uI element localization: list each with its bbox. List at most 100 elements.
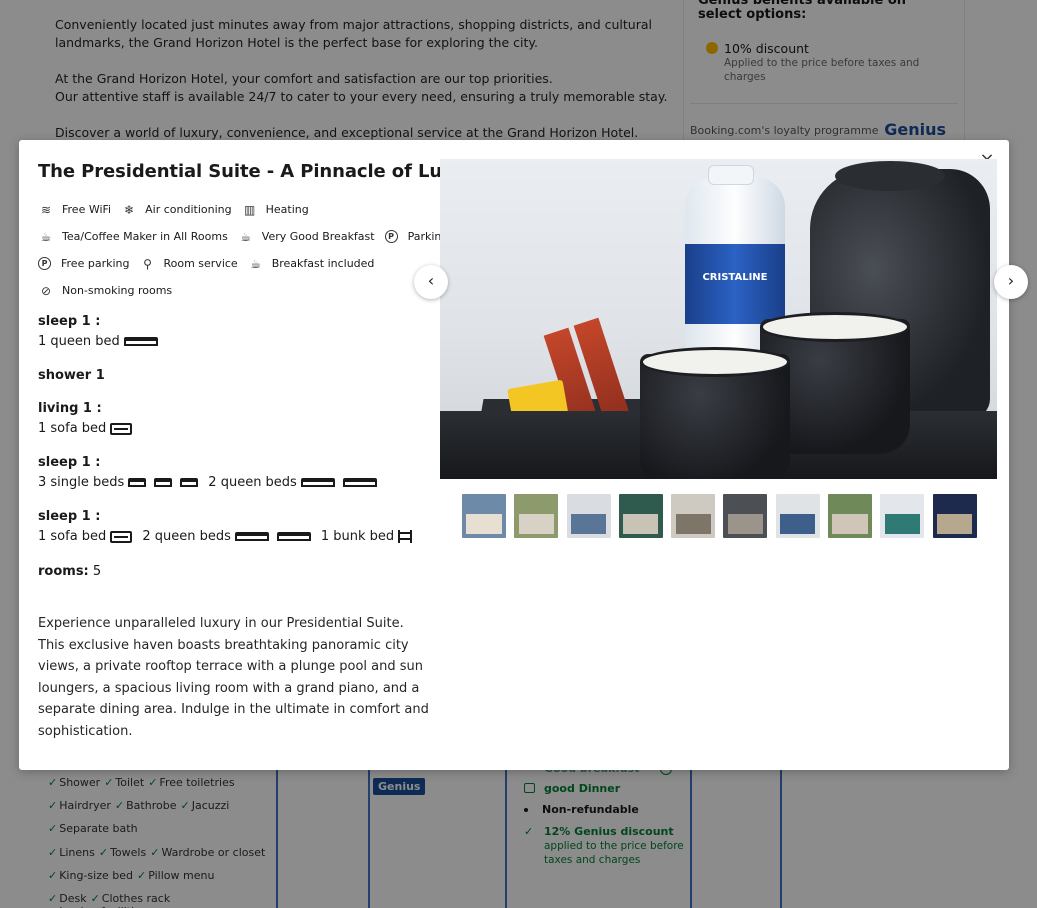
facility-item: ❄ Air conditioning: [121, 202, 232, 217]
queen-bed-icon: [300, 478, 335, 487]
single-bed-icon: [180, 478, 199, 487]
bed-group: sleep 1 : 3 single beds 2 queen beds: [38, 453, 433, 493]
facility-item: P Free parking: [38, 257, 129, 270]
facility-label: Breakfast included: [271, 257, 375, 270]
bed-count: 2 queen beds: [208, 475, 297, 490]
facility-label: Tea/Coffee Maker in All Rooms: [62, 230, 228, 243]
bed-count: 1 sofa bed: [38, 421, 107, 436]
facility-row: ⊘ Non-smoking rooms: [38, 277, 433, 304]
facility-label: Room service: [163, 257, 238, 270]
bed-line: 1 sofa bed: [38, 418, 433, 439]
bed-group-heading: sleep 1 :: [38, 314, 101, 329]
thumbnail-detail: [727, 513, 764, 534]
bed-line: 1 queen bed: [38, 331, 433, 352]
queen-bed-icon: [123, 337, 158, 346]
bed-group-heading: shower 1: [38, 368, 105, 383]
single-bed-icon: [154, 478, 173, 487]
facility-item: ☕ Very Good Breakfast: [238, 229, 375, 244]
thumbnail-detail: [884, 513, 920, 534]
queen-bed-icon: [276, 532, 311, 541]
bed-count: 1 sofa bed: [38, 529, 107, 544]
photo-thumbnail[interactable]: [828, 494, 873, 538]
thumbnail-detail: [937, 513, 973, 534]
facility-label: Air conditioning: [145, 203, 232, 216]
facilities-list: ≋ Free WiFi ❄ Air conditioning ▥ Heating ☕ Tea/…: [38, 196, 449, 304]
facility-row: P Free parking ⚲ Room service ☕ Breakfast inc…: [38, 250, 433, 277]
bed-line: 3 single beds 2 queen beds: [38, 472, 433, 493]
bunk-bed-icon: [398, 530, 413, 543]
bed-group: living 1 : 1 sofa bed: [38, 399, 433, 439]
facility-item: ▥ Heating: [242, 203, 309, 217]
previous-photo-button[interactable]: ‹: [414, 265, 448, 299]
heating-icon: ▥: [243, 202, 256, 217]
room-title: The Presidential Suite - A Pinnacle of L…: [38, 161, 487, 182]
facility-item: ☕ Breakfast included: [248, 256, 375, 271]
thumbnail-detail: [675, 513, 711, 534]
photo-thumbnail[interactable]: [775, 494, 820, 538]
mug-rim-shape: [760, 312, 910, 342]
photo-thumbnail[interactable]: [618, 494, 663, 538]
bed-group-heading: sleep 1 :: [38, 509, 101, 524]
air-conditioning-icon: ❄: [124, 202, 135, 217]
bed-count: 1 queen bed: [38, 334, 120, 349]
bed-count: 1 bunk bed: [320, 529, 395, 544]
bed-count: 3 single beds: [38, 475, 125, 490]
facility-item: P Parking: [384, 230, 448, 243]
coffee-maker-icon: ☕: [40, 229, 52, 244]
thumbnail-detail: [570, 513, 607, 534]
parking-icon: P: [384, 230, 398, 243]
rooms-label: rooms:: [38, 564, 89, 579]
bed-group: sleep 1 : 1 queen bed: [38, 312, 433, 352]
bed-configuration: sleep 1 : 1 queen bed shower 1 living 1 : 1 …: [38, 312, 433, 582]
facility-item: ⚲ Room service: [139, 256, 238, 271]
bottle-label: CRISTALINE: [685, 244, 785, 324]
photo-thumbnail[interactable]: [462, 494, 506, 538]
bed-line: 1 sofa bed 2 queen beds 1 bunk bed: [38, 526, 433, 547]
room-service-icon: ⚲: [143, 256, 152, 271]
facility-label: Very Good Breakfast: [261, 230, 375, 243]
facility-label: Heating: [265, 203, 309, 216]
photo-thumbnails: [462, 494, 985, 538]
wifi-icon: ≋: [40, 202, 52, 217]
bed-group-heading: living 1 :: [38, 401, 102, 416]
kettle-lid-shape: [835, 161, 945, 191]
photo-thumbnail[interactable]: [671, 494, 716, 538]
bed-group-heading: sleep 1 :: [38, 455, 101, 470]
next-photo-button[interactable]: ›: [994, 265, 1028, 299]
facility-row: ≋ Free WiFi ❄ Air conditioning ▥ Heating: [38, 196, 433, 223]
thumbnail-detail: [466, 513, 502, 534]
bed-count: 2 queen beds: [142, 529, 231, 544]
thumbnail-detail: [780, 513, 816, 534]
photo-thumbnail[interactable]: [932, 494, 977, 538]
thumbnail-detail: [832, 513, 868, 534]
breakfast-included-icon: ☕: [250, 256, 262, 271]
sofa-bed-icon: [110, 530, 133, 543]
photo-thumbnail[interactable]: [514, 494, 559, 538]
bed-group: sleep 1 : 1 sofa bed 2 queen beds 1 bunk be…: [38, 507, 433, 547]
photo-thumbnail[interactable]: [723, 494, 768, 538]
photo-thumbnail[interactable]: [566, 494, 611, 538]
queen-bed-icon: [234, 532, 269, 541]
facility-row: ☕ Tea/Coffee Maker in All Rooms ☕ Very Good…: [38, 223, 449, 250]
sofa-bed-icon: [110, 422, 133, 435]
breakfast-icon: ☕: [240, 229, 252, 244]
free-parking-icon: P: [38, 257, 51, 270]
rooms-value: 5: [92, 564, 102, 579]
bottle-cap-shape: [708, 165, 754, 185]
bed-group: shower 1: [38, 366, 433, 385]
photo-thumbnail[interactable]: [880, 494, 925, 538]
facility-item: ☕ Tea/Coffee Maker in All Rooms: [38, 230, 228, 244]
facility-label: Free parking: [61, 257, 130, 270]
facility-item: ≋ Free WiFi: [38, 203, 111, 217]
main-photo[interactable]: CRISTALINE: [440, 159, 997, 479]
non-smoking-icon: ⊘: [40, 283, 52, 298]
facility-label: Free WiFi: [62, 203, 112, 216]
thumbnail-detail: [518, 513, 554, 534]
queen-bed-icon: [342, 478, 377, 487]
mug-rim-shape: [640, 347, 790, 377]
thumbnail-detail: [623, 513, 659, 534]
facility-item: ⊘ Non-smoking rooms: [38, 284, 172, 298]
room-description: Experience unparalleled luxury in our Pr…: [38, 616, 429, 739]
bottle-brand: CRISTALINE: [702, 272, 768, 283]
single-bed-icon: [128, 478, 147, 487]
